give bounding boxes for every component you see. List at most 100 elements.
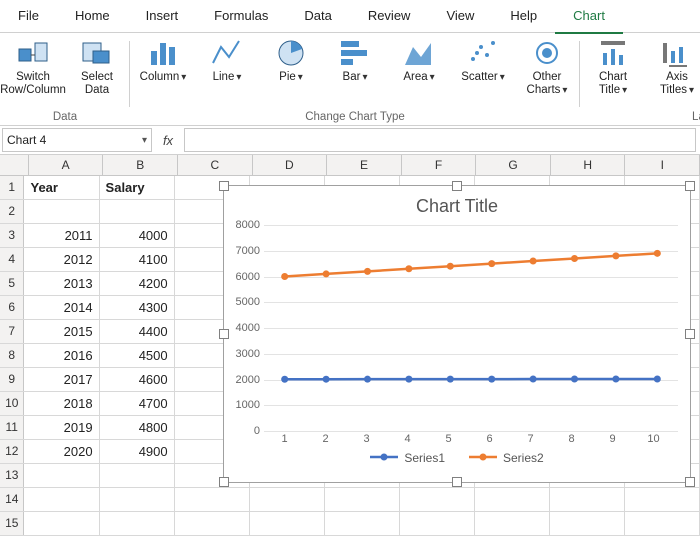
- select-all-corner[interactable]: [0, 155, 29, 175]
- row-header-3[interactable]: 3: [0, 224, 24, 247]
- cell[interactable]: [250, 512, 325, 535]
- row-header-2[interactable]: 2: [0, 200, 24, 223]
- cell[interactable]: [250, 488, 325, 511]
- cell[interactable]: [625, 488, 700, 511]
- cell[interactable]: [100, 200, 175, 223]
- cell[interactable]: 2011: [24, 224, 99, 247]
- col-header-H[interactable]: H: [551, 155, 626, 175]
- bar-chart-button[interactable]: Bar▾: [328, 37, 382, 96]
- cell[interactable]: 4200: [100, 272, 175, 295]
- cell[interactable]: [24, 488, 99, 511]
- tab-data[interactable]: Data: [286, 0, 349, 32]
- name-box[interactable]: Chart 4 ▾: [2, 128, 152, 152]
- row-header-1[interactable]: 1: [0, 176, 24, 199]
- area-chart-button[interactable]: Area▾: [392, 37, 446, 96]
- tab-review[interactable]: Review: [350, 0, 429, 32]
- resize-handle[interactable]: [685, 477, 695, 487]
- cell[interactable]: [400, 488, 475, 511]
- row-header-15[interactable]: 15: [0, 512, 24, 535]
- cell[interactable]: [325, 512, 400, 535]
- chart-title-text[interactable]: Chart Title: [224, 186, 690, 221]
- cell[interactable]: [550, 512, 625, 535]
- resize-handle[interactable]: [219, 477, 229, 487]
- cell[interactable]: 4300: [100, 296, 175, 319]
- cell[interactable]: [100, 512, 175, 535]
- cell[interactable]: 2014: [24, 296, 99, 319]
- row-header-6[interactable]: 6: [0, 296, 24, 319]
- cell[interactable]: [400, 512, 475, 535]
- row-header-4[interactable]: 4: [0, 248, 24, 271]
- column-chart-button[interactable]: Column▾: [136, 37, 190, 96]
- tab-chart[interactable]: Chart: [555, 0, 623, 34]
- embedded-chart[interactable]: Chart Title 0100020003000400050006000700…: [223, 185, 691, 483]
- select-data-button[interactable]: Select Data: [70, 37, 124, 96]
- other-charts-button[interactable]: Other Charts▾: [520, 37, 574, 96]
- cell[interactable]: [475, 488, 550, 511]
- tab-formulas[interactable]: Formulas: [196, 0, 286, 32]
- cell[interactable]: [325, 488, 400, 511]
- resize-handle[interactable]: [219, 329, 229, 339]
- pie-chart-button[interactable]: Pie▾: [264, 37, 318, 96]
- col-header-C[interactable]: C: [178, 155, 253, 175]
- cell[interactable]: [24, 512, 99, 535]
- col-header-D[interactable]: D: [253, 155, 328, 175]
- cell[interactable]: [24, 200, 99, 223]
- resize-handle[interactable]: [452, 477, 462, 487]
- cell[interactable]: [550, 488, 625, 511]
- switch-row-column-button[interactable]: Switch Row/Column: [6, 37, 60, 96]
- cell[interactable]: 4500: [100, 344, 175, 367]
- row-header-11[interactable]: 11: [0, 416, 24, 439]
- axis-titles-button[interactable]: Axis Titles▾: [650, 37, 700, 96]
- tab-help[interactable]: Help: [492, 0, 555, 32]
- col-header-F[interactable]: F: [402, 155, 477, 175]
- line-chart-button[interactable]: Line▾: [200, 37, 254, 96]
- cell[interactable]: 2015: [24, 320, 99, 343]
- cell[interactable]: 2013: [24, 272, 99, 295]
- row-header-8[interactable]: 8: [0, 344, 24, 367]
- cell[interactable]: Year: [24, 176, 99, 199]
- cell[interactable]: Salary: [100, 176, 175, 199]
- scatter-chart-button[interactable]: Scatter▾: [456, 37, 510, 96]
- col-header-I[interactable]: I: [625, 155, 700, 175]
- legend-item[interactable]: Series2: [469, 451, 544, 465]
- resize-handle[interactable]: [452, 181, 462, 191]
- cell[interactable]: 4800: [100, 416, 175, 439]
- cell[interactable]: 2019: [24, 416, 99, 439]
- resize-handle[interactable]: [219, 181, 229, 191]
- cell[interactable]: 4000: [100, 224, 175, 247]
- cell[interactable]: 4600: [100, 368, 175, 391]
- cell[interactable]: [625, 512, 700, 535]
- cell[interactable]: [24, 464, 99, 487]
- col-header-E[interactable]: E: [327, 155, 402, 175]
- row-header-12[interactable]: 12: [0, 440, 24, 463]
- row-header-9[interactable]: 9: [0, 368, 24, 391]
- fx-icon[interactable]: fx: [156, 133, 180, 148]
- col-header-A[interactable]: A: [29, 155, 104, 175]
- cell[interactable]: [100, 464, 175, 487]
- row-header-10[interactable]: 10: [0, 392, 24, 415]
- cell[interactable]: 2016: [24, 344, 99, 367]
- cell[interactable]: [175, 512, 250, 535]
- cell[interactable]: 4700: [100, 392, 175, 415]
- cell[interactable]: 2020: [24, 440, 99, 463]
- tab-view[interactable]: View: [428, 0, 492, 32]
- cell[interactable]: 2012: [24, 248, 99, 271]
- chart-title-button[interactable]: Chart Title▾: [586, 37, 640, 96]
- tab-file[interactable]: File: [0, 0, 57, 32]
- cell[interactable]: [175, 488, 250, 511]
- cell[interactable]: 4400: [100, 320, 175, 343]
- tab-home[interactable]: Home: [57, 0, 128, 32]
- cell[interactable]: 2018: [24, 392, 99, 415]
- resize-handle[interactable]: [685, 329, 695, 339]
- cell[interactable]: 4900: [100, 440, 175, 463]
- formula-input[interactable]: [184, 128, 696, 152]
- row-header-13[interactable]: 13: [0, 464, 24, 487]
- cell[interactable]: 2017: [24, 368, 99, 391]
- legend-item[interactable]: Series1: [370, 451, 445, 465]
- row-header-5[interactable]: 5: [0, 272, 24, 295]
- row-header-14[interactable]: 14: [0, 488, 24, 511]
- cell[interactable]: [100, 488, 175, 511]
- chart-legend[interactable]: Series1 Series2: [224, 451, 690, 465]
- cell[interactable]: [475, 512, 550, 535]
- cell[interactable]: 4100: [100, 248, 175, 271]
